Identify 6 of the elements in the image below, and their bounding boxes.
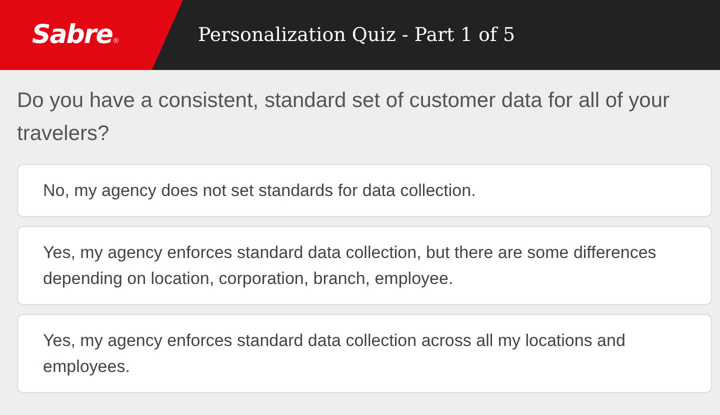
question-text: Do you have a consistent, standard set of customer data for all of your travelers? (17, 88, 671, 147)
answer-option[interactable]: Yes, my agency enforces standard data collection, but there are some differences depending on location, corporation, branch, employee. (17, 226, 712, 305)
quiz-title: Personalization Quiz - Part 1 of 5 (198, 24, 516, 46)
answer-option[interactable]: Yes, my agency enforces standard data collection across all my locations and employees. (17, 314, 712, 393)
logo: Sabre (32, 20, 112, 50)
answer-option[interactable]: No, my agency does not set standards for data collection. (17, 164, 712, 217)
